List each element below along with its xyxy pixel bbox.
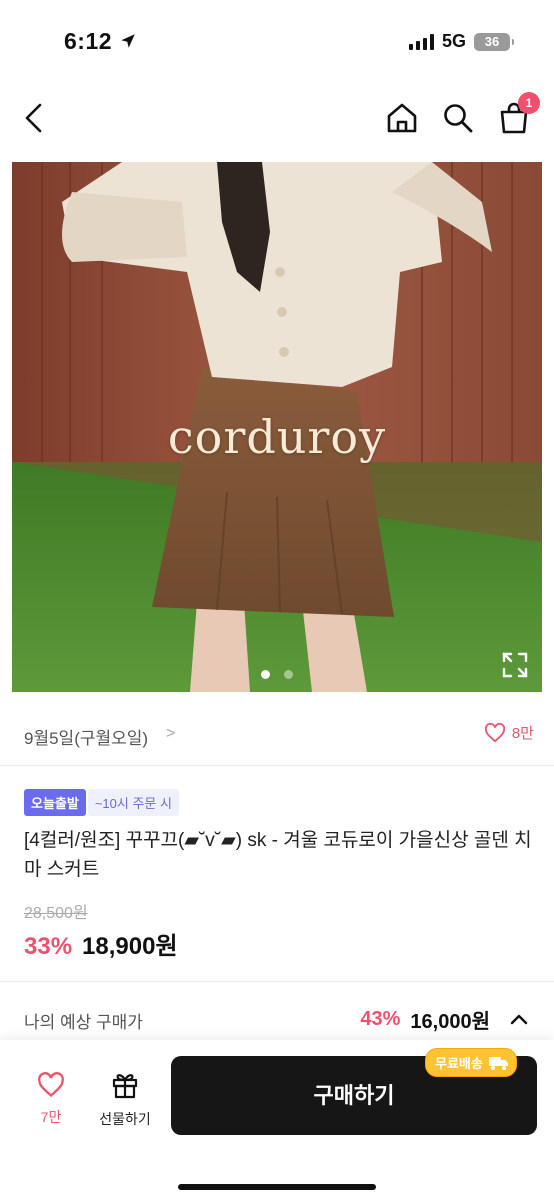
network-label: 5G: [441, 31, 466, 51]
estimated-discount: 43%: [360, 1008, 401, 1030]
estimated-price: 16,000원: [410, 1011, 490, 1033]
divider: [0, 981, 554, 982]
bottom-action-bar: 7만 선물하기 구매하기 무료배송: [0, 1040, 554, 1200]
chevron-up-icon[interactable]: [508, 1009, 530, 1031]
free-shipping-label: 무료배송: [435, 1056, 483, 1071]
home-indicator: [178, 1184, 376, 1190]
status-time: 6:12: [64, 28, 137, 55]
discount-rate: 33%: [24, 933, 73, 960]
expand-image-button[interactable]: [500, 650, 530, 680]
sale-price: 18,900원: [82, 933, 178, 960]
carousel-dot[interactable]: [284, 670, 293, 679]
estimated-price-label: 나의 예상 구매가: [24, 1013, 143, 1032]
heart-icon: [38, 1072, 64, 1098]
like-count: 7만: [40, 1109, 62, 1125]
product-image-carousel[interactable]: corduroy: [12, 162, 542, 692]
like-count-top: 8만: [511, 725, 534, 742]
truck-icon: [488, 1056, 508, 1070]
status-bar: 6:12 5G 36: [0, 0, 554, 80]
cart-count-badge: 1: [518, 92, 540, 114]
back-button[interactable]: [12, 96, 56, 140]
delivery-date[interactable]: 9월5일(구월오일): [24, 724, 148, 749]
today-ship-badge: 오늘출발: [24, 789, 86, 816]
original-price: 28,500원: [24, 905, 88, 922]
expand-icon: [502, 652, 528, 678]
top-nav: 1: [0, 88, 554, 148]
search-icon: [444, 104, 473, 133]
free-shipping-badge: 무료배송: [425, 1048, 517, 1077]
carousel-dot[interactable]: [261, 670, 270, 679]
estimated-price-value: 43% 16,000원: [360, 1005, 530, 1034]
search-button[interactable]: [436, 96, 480, 140]
gift-button[interactable]: 선물하기: [92, 1070, 158, 1129]
chevron-right-icon[interactable]: >: [166, 725, 175, 743]
back-arrow-icon: [25, 103, 42, 133]
hero-overlay-text: corduroy: [167, 410, 387, 464]
status-time-text: 6:12: [64, 28, 113, 54]
battery-level: 36: [484, 33, 500, 49]
estimated-price-row[interactable]: 나의 예상 구매가 43% 16,000원: [0, 996, 554, 1040]
divider: [0, 765, 554, 766]
signal-icon: [408, 33, 434, 50]
price-line: 33% 18,900원: [24, 926, 178, 961]
heart-icon: [484, 722, 505, 742]
home-button[interactable]: [380, 96, 424, 140]
date-row: 9월5일(구월오일) > 8만: [0, 714, 554, 758]
gift-icon: [112, 1074, 138, 1099]
battery-icon: 36: [474, 32, 514, 51]
carousel-indicator: [12, 670, 542, 679]
shipping-tags: 오늘출발 ~10시 주문 시: [24, 789, 179, 816]
cart-button[interactable]: 1: [492, 92, 540, 140]
status-indicators: 5G 36: [408, 31, 514, 52]
like-button-top[interactable]: 8만: [484, 722, 534, 743]
order-deadline-badge: ~10시 주문 시: [87, 789, 179, 816]
product-title: [4컬러/원조] 꾸꾸끄(▰˘v˘▰) sk - 겨울 코듀로이 가을신상 골덴…: [24, 830, 532, 880]
gift-label: 선물하기: [99, 1111, 151, 1127]
home-icon: [387, 103, 417, 133]
like-button[interactable]: 7만: [30, 1072, 72, 1127]
location-arrow-icon: [121, 34, 135, 48]
